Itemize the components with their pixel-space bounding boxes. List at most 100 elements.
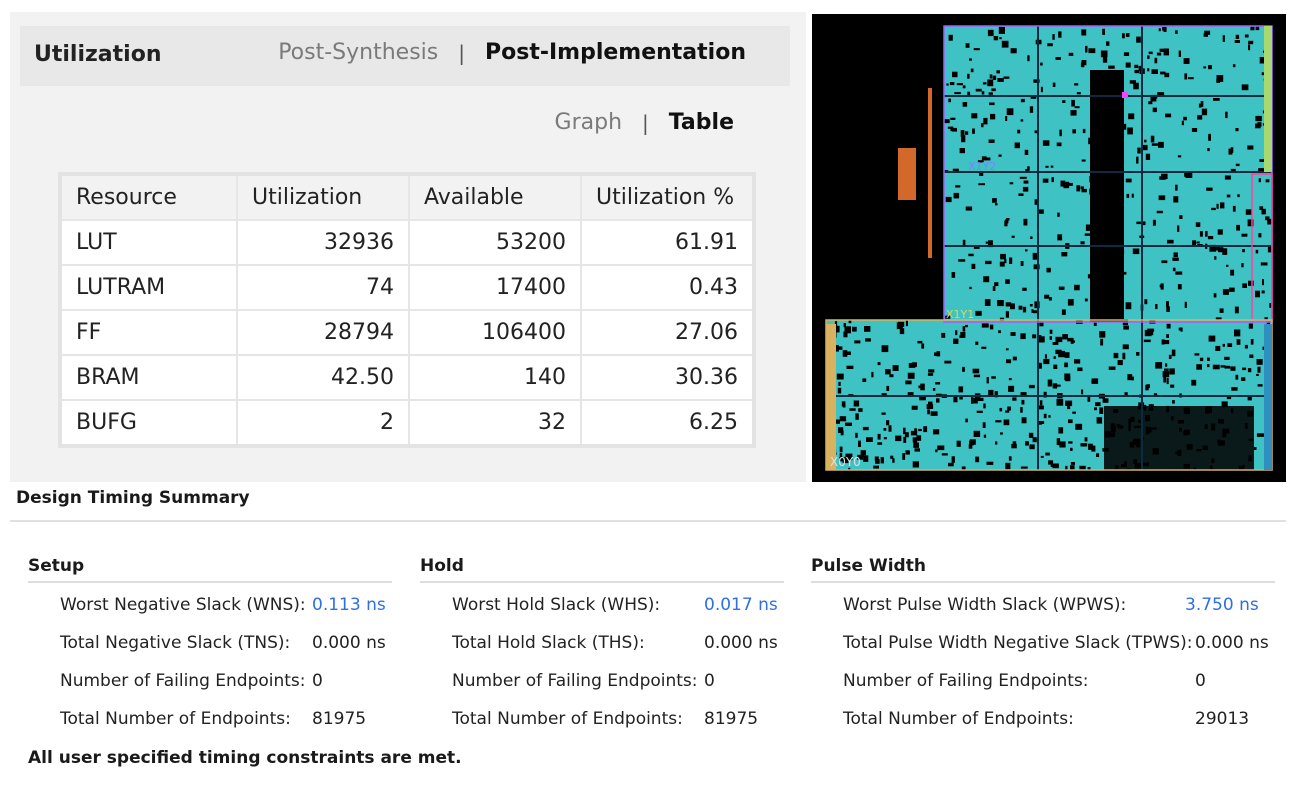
unplaced-gap — [862, 426, 869, 431]
unplaced-gap — [953, 338, 959, 344]
cell-utilization: 28794 — [236, 309, 410, 356]
unplaced-gap — [1056, 438, 1061, 446]
unplaced-gap — [1160, 71, 1166, 75]
unplaced-gap — [1232, 64, 1236, 68]
tab-post-synthesis[interactable]: Post-Synthesis — [278, 40, 438, 65]
unplaced-gap — [999, 261, 1005, 267]
tab-table[interactable]: Table — [669, 110, 734, 135]
table-row[interactable]: LUTRAM 74 17400 0.43 — [59, 264, 755, 311]
unplaced-gap — [852, 326, 857, 332]
unplaced-gap — [918, 385, 922, 389]
device-floorplan[interactable]: X0Y0 X1Y2 X1Y1 — [812, 14, 1286, 482]
unplaced-gap — [983, 403, 986, 409]
unplaced-gap — [1215, 345, 1221, 351]
unplaced-gap — [958, 259, 966, 262]
table-row[interactable]: FF 28794 106400 27.06 — [59, 309, 755, 356]
unplaced-gap — [994, 282, 999, 287]
setup-wns-link[interactable]: 0.113 ns — [312, 595, 386, 615]
column-header-resource[interactable]: Resource — [59, 173, 238, 221]
unplaced-gap — [987, 29, 994, 37]
cell-utilization: 32936 — [236, 219, 410, 266]
unplaced-gap — [999, 37, 1002, 40]
unplaced-gap — [944, 119, 950, 124]
unplaced-gap — [1102, 28, 1105, 35]
unplaced-gap — [881, 345, 889, 353]
unplaced-gap — [1093, 320, 1097, 326]
unplaced-gap — [1194, 353, 1200, 356]
unplaced-gap — [1218, 418, 1224, 424]
unplaced-gap — [1136, 221, 1141, 225]
table-row[interactable]: BUFG 2 32 6.25 — [59, 399, 755, 447]
unplaced-gap — [1125, 62, 1131, 68]
unplaced-gap — [1120, 275, 1124, 281]
unplaced-gap — [1018, 305, 1023, 310]
unplaced-gap — [905, 320, 908, 327]
unplaced-gap — [1214, 256, 1217, 260]
unplaced-gap — [1104, 147, 1109, 155]
unplaced-gap — [873, 465, 879, 469]
unplaced-gap — [1143, 404, 1147, 411]
unplaced-gap — [1256, 433, 1264, 437]
unplaced-gap — [950, 126, 954, 132]
unplaced-gap — [1255, 249, 1259, 254]
pulse-width-heading: Pulse Width — [811, 556, 1275, 583]
unplaced-gap — [1043, 413, 1047, 419]
unplaced-gap — [1171, 349, 1176, 357]
unplaced-gap — [889, 374, 894, 378]
unplaced-gap — [917, 340, 923, 344]
table-row[interactable]: BRAM 42.50 140 30.36 — [59, 354, 755, 401]
unplaced-gap — [1052, 463, 1059, 469]
unplaced-gap — [965, 418, 968, 423]
column-header-utilization-percent[interactable]: Utilization % — [580, 173, 755, 221]
cell-resource: LUTRAM — [59, 264, 238, 311]
unplaced-gap — [1088, 48, 1096, 54]
unplaced-gap — [1247, 145, 1254, 150]
pulse-wpws-link[interactable]: 3.750 ns — [1185, 595, 1259, 615]
unplaced-gap — [1120, 108, 1124, 112]
cell-utilization-percent: 0.43 — [580, 264, 755, 311]
pulse-tpws-label: Total Pulse Width Negative Slack (TPWS): — [843, 633, 1193, 653]
unplaced-gap — [1221, 401, 1228, 408]
unplaced-gap — [1220, 202, 1225, 209]
unplaced-gap — [1099, 407, 1104, 414]
tab-post-implementation[interactable]: Post-Implementation — [485, 40, 746, 65]
column-header-utilization[interactable]: Utilization — [236, 173, 410, 221]
unplaced-gap — [1068, 419, 1073, 424]
unplaced-gap — [1164, 368, 1169, 371]
unplaced-gap — [965, 43, 970, 48]
unplaced-gap — [1122, 33, 1125, 39]
unplaced-gap — [1020, 407, 1023, 413]
unplaced-gap — [1177, 155, 1182, 158]
unplaced-gap — [1022, 306, 1027, 313]
unplaced-gap — [973, 374, 981, 378]
unplaced-gap — [1264, 317, 1268, 320]
unplaced-gap — [968, 253, 974, 257]
unplaced-gap — [1159, 48, 1165, 52]
unplaced-gap — [1199, 231, 1203, 237]
unplaced-gap — [1134, 463, 1142, 469]
cell-utilization-percent: 6.25 — [580, 399, 755, 447]
unplaced-gap — [839, 446, 843, 453]
unplaced-gap — [1134, 64, 1139, 69]
tab-graph[interactable]: Graph — [555, 110, 622, 135]
unplaced-gap — [1258, 178, 1261, 183]
unplaced-gap — [953, 192, 960, 199]
unplaced-gap — [1076, 92, 1081, 95]
unplaced-gap — [1205, 231, 1208, 237]
unplaced-gap — [1110, 251, 1114, 256]
unplaced-gap — [1265, 216, 1270, 221]
unplaced-gap — [1117, 104, 1122, 109]
column-header-available[interactable]: Available — [408, 173, 582, 221]
unplaced-gap — [1133, 82, 1139, 90]
unplaced-gap — [1131, 193, 1134, 198]
unplaced-gap — [1005, 410, 1010, 413]
unplaced-gap — [1005, 116, 1008, 121]
device-view[interactable]: X0Y0 X1Y2 X1Y1 — [812, 14, 1286, 482]
unplaced-gap — [970, 68, 974, 73]
table-row[interactable]: LUT 32936 53200 61.91 — [59, 219, 755, 266]
unplaced-gap — [962, 366, 965, 372]
hold-whs-link[interactable]: 0.017 ns — [704, 595, 778, 615]
unplaced-gap — [1006, 359, 1012, 364]
unplaced-gap — [1241, 233, 1248, 237]
unplaced-gap — [907, 372, 915, 379]
